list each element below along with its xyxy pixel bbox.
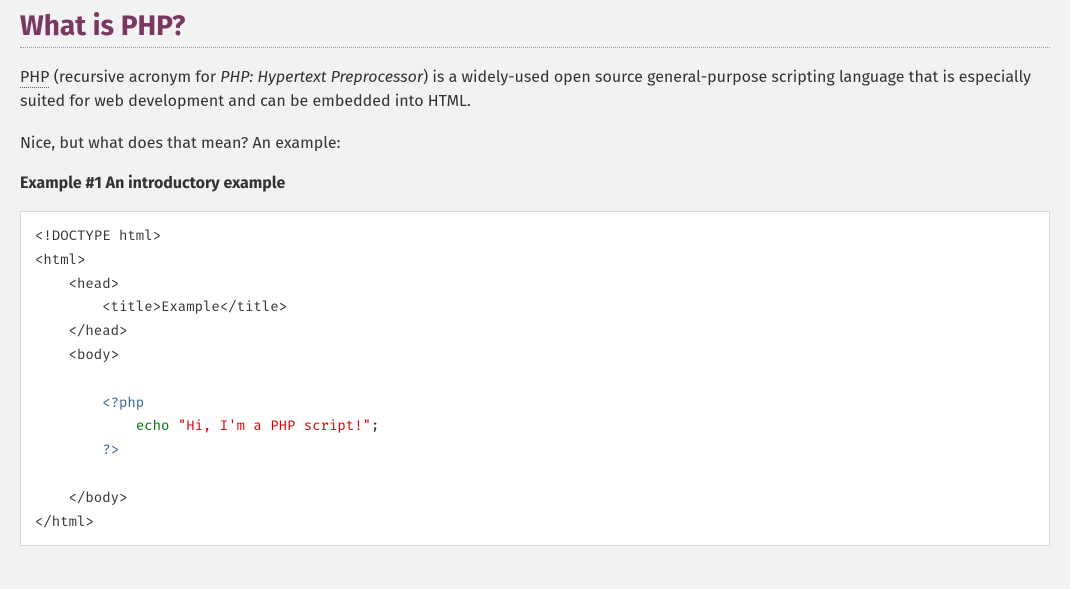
example-title: Example #1 An introductory example [20, 174, 1050, 193]
code-line: </body> [35, 489, 127, 506]
php-fullform: PHP: Hypertext Preprocessor [220, 68, 423, 87]
example-lead-paragraph: Nice, but what does that mean? An exampl… [20, 132, 1050, 156]
code-punct: ; [371, 417, 379, 434]
code-line: <title> [35, 298, 161, 315]
php-abbr: PHP [20, 68, 49, 88]
code-line: <html> [35, 251, 85, 268]
code-line: </title> [220, 298, 287, 315]
code-line: <head> [35, 275, 119, 292]
code-line: </html> [35, 513, 94, 530]
code-line: <body> [35, 346, 119, 363]
code-text: Example [161, 298, 220, 315]
code-indent [35, 417, 136, 434]
intro-text-1: (recursive acronym for [49, 68, 220, 87]
intro-paragraph: PHP (recursive acronym for PHP: Hypertex… [20, 66, 1050, 114]
code-block: <!DOCTYPE html> <html> <head> <title>Exa… [20, 211, 1050, 546]
code-keyword: echo [136, 417, 178, 434]
code-php-close: ?> [35, 441, 119, 458]
code-line: </head> [35, 322, 127, 339]
code-string: "Hi, I'm a PHP script!" [178, 417, 371, 434]
code-line: <!DOCTYPE html> [35, 227, 161, 244]
page-title: What is PHP? [20, 10, 1050, 48]
code-php-open: <?php [35, 394, 144, 411]
